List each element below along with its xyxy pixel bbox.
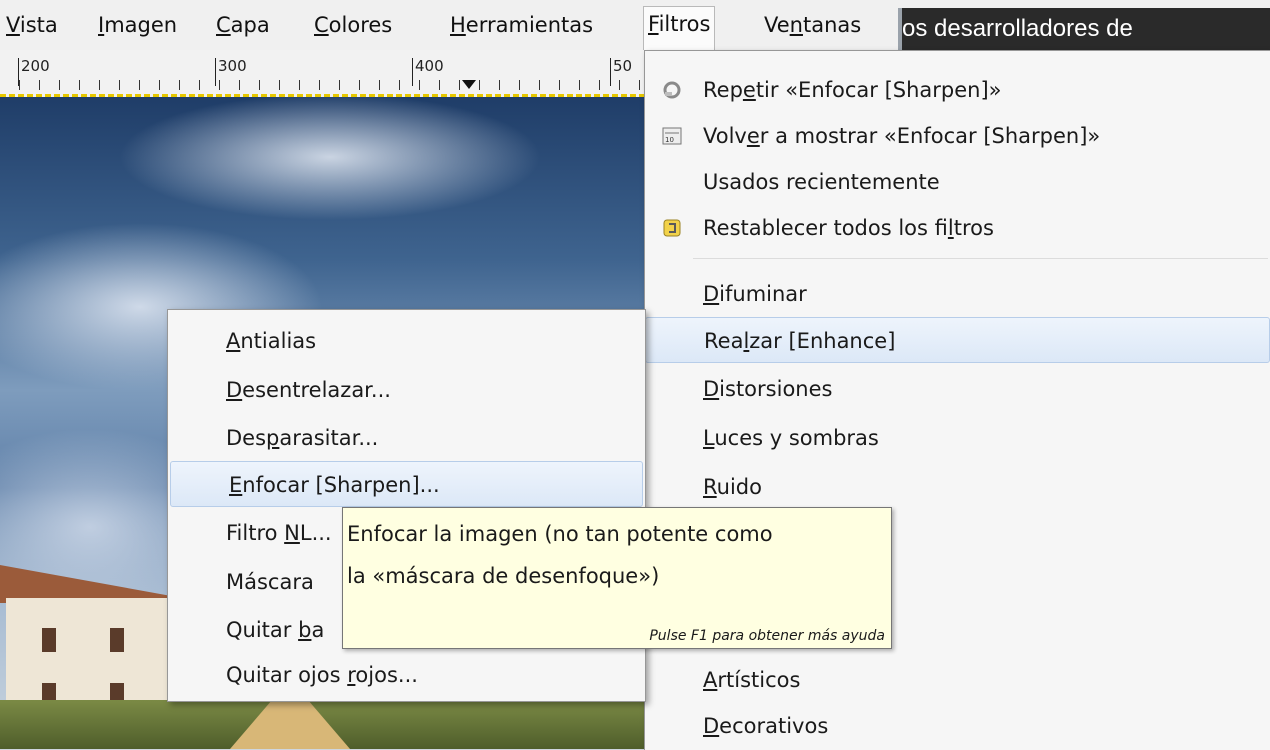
menu-item-despeckle[interactable]: Desparasitar...	[168, 415, 645, 461]
menu-item-enhance[interactable]: Realzar [Enhance]	[645, 317, 1270, 363]
menu-label: Capa	[216, 13, 270, 37]
menu-item-label: Desentrelazar...	[226, 378, 391, 402]
menu-item-label: Distorsiones	[703, 377, 833, 401]
tooltip-help-hint: Pulse F1 para obtener más ayuda	[649, 628, 885, 644]
menu-item-label: Luces y sombras	[703, 426, 879, 450]
menu-item-distorts[interactable]: Distorsiones	[645, 366, 1270, 412]
photo-window	[110, 628, 124, 652]
menu-herramientas[interactable]: Herramientas	[446, 8, 597, 42]
menu-item-label: Enfocar [Sharpen]...	[229, 473, 440, 497]
menu-label: Colores	[314, 13, 393, 37]
menu-label: Filtros	[648, 12, 711, 36]
menu-item-label: Ruido	[703, 475, 762, 499]
menu-item-label: Desparasitar...	[226, 426, 379, 450]
menu-label: Imagen	[98, 13, 178, 37]
menu-label: Ventanas	[764, 13, 862, 37]
tooltip-line-1: Enfocar la imagen (no tan potente como	[347, 522, 773, 546]
photo-window	[42, 628, 56, 652]
menu-item-label: Máscara	[226, 570, 314, 594]
menu-item-label: Quitar ojos rojos...	[226, 663, 418, 687]
reshow-icon: 10	[662, 127, 682, 145]
menu-item-reset-filters[interactable]: Restablecer todos los filtros	[645, 205, 1270, 251]
menu-item-red-eye[interactable]: Quitar ojos rojos...	[168, 652, 645, 698]
menu-item-deinterlace[interactable]: Desentrelazar...	[168, 367, 645, 413]
menu-separator	[693, 258, 1268, 259]
tooltip: Enfocar la imagen (no tan potente como l…	[342, 507, 892, 649]
menu-item-label: Decorativos	[703, 714, 829, 738]
horizontal-ruler[interactable]: 200 300 400 50	[0, 50, 645, 97]
svg-text:10: 10	[665, 136, 674, 144]
menu-filtros[interactable]: Filtros	[643, 6, 716, 51]
menu-item-blur[interactable]: Difuminar	[645, 271, 1270, 317]
tooltip-line-2: la «máscara de desenfoque»)	[347, 564, 660, 588]
menu-item-label: Artísticos	[703, 668, 801, 692]
menu-item-recently-used[interactable]: Usados recientemente	[645, 159, 1270, 205]
repeat-icon	[663, 81, 681, 99]
menu-imagen[interactable]: Imagen	[94, 8, 181, 42]
menu-item-reshow[interactable]: 10 Volver a mostrar «Enfocar [Sharpen]»	[645, 113, 1270, 159]
menu-label: Vista	[6, 13, 58, 37]
menu-item-label: Usados recientemente	[703, 170, 940, 194]
menu-item-label: Filtro NL...	[226, 521, 332, 545]
menu-item-decor[interactable]: Decorativos	[645, 703, 1270, 749]
reset-icon	[663, 219, 681, 237]
menu-capa[interactable]: Capa	[212, 8, 274, 42]
menu-item-label: Antialias	[226, 329, 317, 353]
menu-item-artistic[interactable]: Artísticos	[645, 657, 1270, 703]
window-title-fragment: os desarrolladores de	[898, 8, 1270, 50]
menu-item-noise[interactable]: Ruido	[645, 464, 1270, 510]
menu-vista[interactable]: Vista	[2, 8, 62, 42]
menu-item-antialias[interactable]: Antialias	[168, 318, 645, 364]
menu-item-sharpen[interactable]: Enfocar [Sharpen]...	[170, 461, 643, 507]
menu-colores[interactable]: Colores	[310, 8, 396, 42]
menu-item-label: Restablecer todos los filtros	[703, 216, 994, 240]
ruler-ticks	[0, 80, 645, 90]
menu-ventanas[interactable]: Ventanas	[760, 8, 865, 42]
menubar: Vista Imagen Capa Colores Herramientas F…	[0, 0, 1270, 51]
menu-label: Herramientas	[450, 13, 594, 37]
menu-item-light-shadow[interactable]: Luces y sombras	[645, 415, 1270, 461]
menu-item-repeat[interactable]: Repetir «Enfocar [Sharpen]»	[645, 67, 1270, 113]
pointer-position-marker	[462, 80, 476, 89]
menu-item-label: Realzar [Enhance]	[704, 329, 896, 353]
menu-item-label: Quitar ba	[226, 618, 325, 642]
menu-item-label: Difuminar	[703, 282, 807, 306]
menu-item-label: Repetir «Enfocar [Sharpen]»	[703, 78, 1002, 102]
menu-item-label: Volver a mostrar «Enfocar [Sharpen]»	[703, 124, 1101, 148]
